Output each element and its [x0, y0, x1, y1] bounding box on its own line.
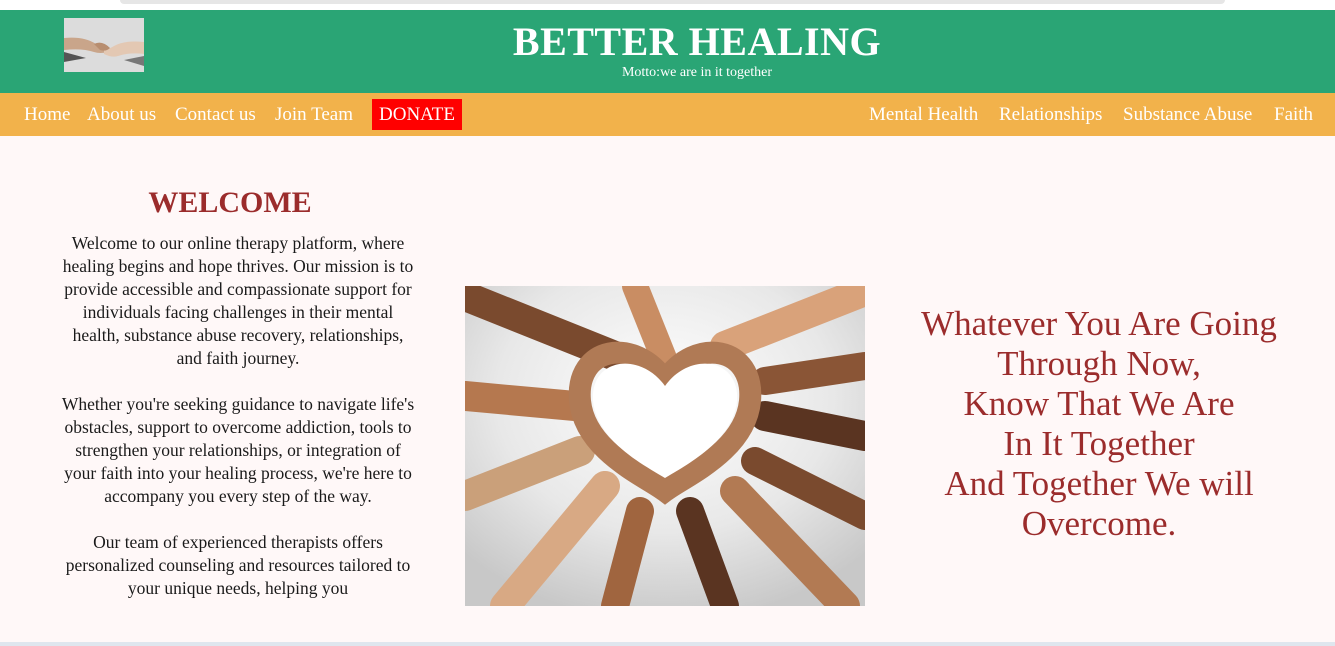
nav-mental-health-link[interactable]: Mental Health — [869, 104, 978, 126]
quote-line: Whatever You Are Going — [921, 304, 1277, 343]
main-navigation: Home About us Contact us Join Team DONAT… — [0, 93, 1335, 136]
site-header: BETTER HEALING Motto:we are in it togeth… — [0, 10, 1335, 93]
nav-join-team-link[interactable]: Join Team — [275, 104, 353, 126]
quote-line: Through Now, — [997, 344, 1201, 383]
welcome-text: Welcome to our online therapy platform, … — [58, 232, 418, 623]
nav-contact-link[interactable]: Contact us — [175, 104, 256, 126]
quote-line: And Together We will — [944, 464, 1254, 503]
nav-about-link[interactable]: About us — [87, 104, 156, 126]
nav-faith-link[interactable]: Faith — [1274, 104, 1313, 126]
browser-top-edge — [120, 0, 1225, 4]
site-motto: Motto:we are in it together — [621, 65, 773, 80]
horizontal-scrollbar-edge — [0, 642, 1335, 646]
welcome-heading: WELCOME — [148, 186, 312, 219]
nav-home-link[interactable]: Home — [24, 104, 70, 126]
site-title: BETTER HEALING — [512, 19, 882, 64]
quote-line: In It Together — [1003, 424, 1195, 463]
main-content: WELCOME Welcome to our online therapy pl… — [0, 136, 1335, 642]
heart-hands-image — [450, 273, 880, 621]
welcome-paragraph: Whether you're seeking guidance to navig… — [61, 394, 415, 506]
nav-substance-abuse-link[interactable]: Substance Abuse — [1123, 104, 1252, 126]
welcome-paragraph: Welcome to our online therapy platform, … — [62, 233, 414, 368]
encouragement-quote: Whatever You Are Going Through Now, Know… — [880, 304, 1318, 544]
quote-line: Know That We Are — [963, 384, 1235, 423]
nav-relationships-link[interactable]: Relationships — [999, 104, 1102, 126]
quote-line: Overcome. — [1021, 504, 1177, 543]
donate-button[interactable]: DONATE — [372, 99, 462, 130]
welcome-paragraph: Our team of experienced therapists offer… — [65, 532, 411, 598]
